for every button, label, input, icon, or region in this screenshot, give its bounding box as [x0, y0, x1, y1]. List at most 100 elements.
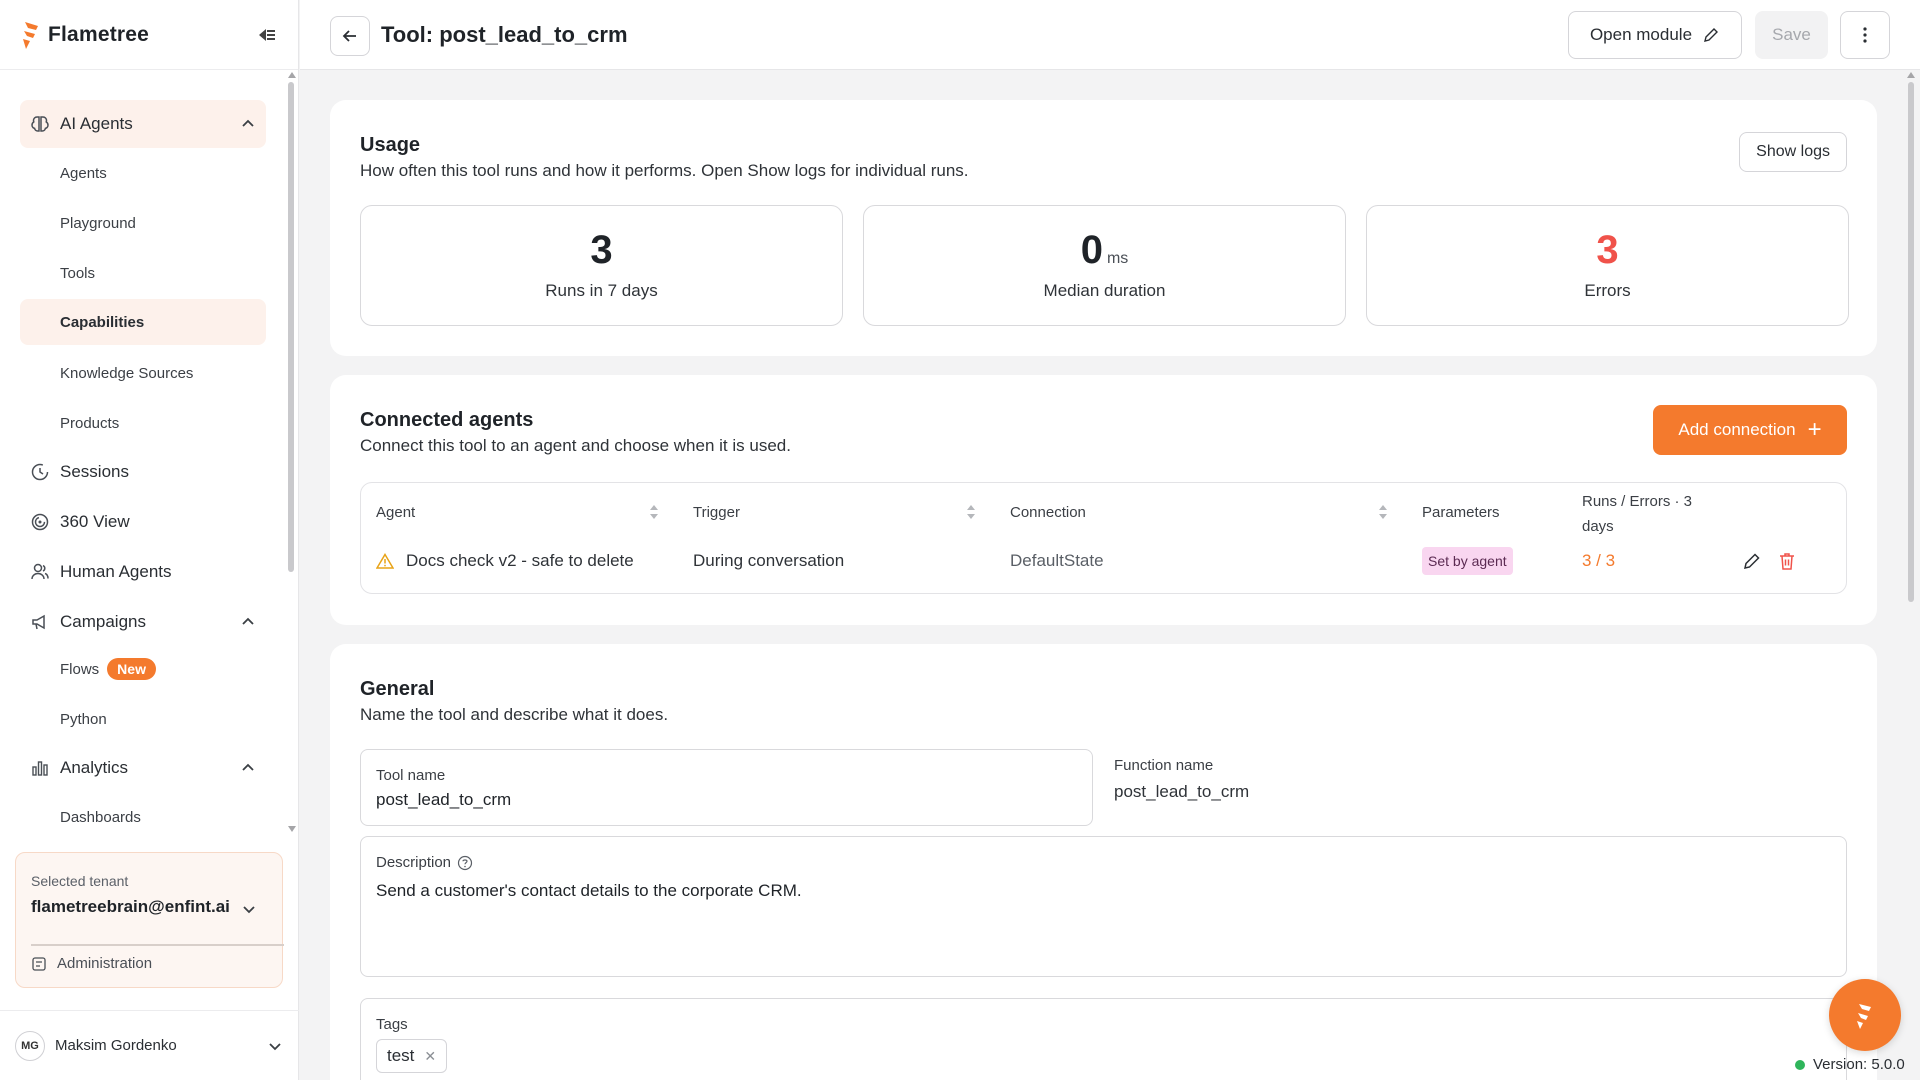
- connections-table: Agent Trigger Connection Parameters Runs…: [360, 482, 1847, 594]
- brain-icon: [30, 114, 50, 134]
- flametree-logo-icon[interactable]: [20, 20, 42, 50]
- users-icon: [30, 562, 50, 582]
- connected-agents-description: Connect this tool to an agent and choose…: [360, 436, 791, 455]
- stat-unit: ms: [1106, 250, 1129, 267]
- brand-name: Flametree: [48, 22, 150, 46]
- function-name-label: Function name: [1114, 757, 1214, 774]
- tags-label: Tags: [376, 1016, 408, 1033]
- parameters-pill: Set by agent: [1422, 547, 1513, 575]
- connected-agents-title: Connected agents: [360, 409, 534, 431]
- main-nav: AI Agents Agents Playground Tools Capabi…: [0, 72, 290, 832]
- save-button[interactable]: Save: [1755, 11, 1828, 59]
- sidebar-item-campaigns[interactable]: Campaigns: [20, 598, 266, 646]
- pencil-icon: [1704, 28, 1719, 42]
- description-textarea[interactable]: Send a customer's contact details to the…: [376, 881, 802, 901]
- megaphone-icon: [30, 612, 50, 632]
- agent-name: Docs check v2 - safe to delete: [406, 551, 634, 570]
- sidebar-item-knowledge-sources[interactable]: Knowledge Sources: [20, 350, 266, 396]
- collapse-sidebar-icon[interactable]: [256, 24, 278, 46]
- chevron-up-icon[interactable]: [240, 614, 256, 630]
- stat-median-duration: 0 ms Median duration: [863, 205, 1346, 326]
- scroll-up-arrow-icon[interactable]: [288, 72, 296, 78]
- open-module-button[interactable]: Open module: [1568, 11, 1742, 59]
- sidebar-item-label: Human Agents: [60, 562, 172, 581]
- description-field[interactable]: Description Send a customer's contact de…: [360, 836, 1847, 977]
- help-circle-icon[interactable]: [457, 855, 473, 871]
- chevron-up-icon[interactable]: [240, 116, 256, 132]
- flametree-chat-icon: [1857, 1004, 1871, 1029]
- sidebar-item-flows[interactable]: Flows New: [20, 646, 266, 692]
- function-name-value: post_lead_to_crm: [1114, 782, 1250, 801]
- table-row-agent[interactable]: Docs check v2 - safe to delete: [376, 551, 634, 571]
- bar-chart-icon: [30, 758, 50, 778]
- general-card: General Name the tool and describe what …: [330, 644, 1877, 1080]
- chevron-down-icon[interactable]: [241, 901, 257, 917]
- user-menu[interactable]: MG Maksim Gordenko: [0, 1010, 299, 1080]
- sidebar-item-capabilities[interactable]: Capabilities: [20, 299, 266, 345]
- sidebar-item-tools[interactable]: Tools: [20, 250, 266, 296]
- sidebar-item-dashboards[interactable]: Dashboards: [20, 794, 266, 832]
- page-title: Tool: post_lead_to_crm: [381, 22, 628, 47]
- general-description: Name the tool and describe what it does.: [360, 705, 669, 724]
- connected-agents-card: Connected agents Connect this tool to an…: [330, 375, 1877, 625]
- back-button[interactable]: [330, 16, 370, 56]
- usage-description: How often this tool runs and how it perf…: [360, 161, 969, 180]
- close-icon[interactable]: ✕: [424, 1048, 436, 1065]
- sidebar-item-360-view[interactable]: 360 View: [20, 498, 266, 546]
- sidebar-item-products[interactable]: Products: [20, 400, 266, 446]
- sort-icon[interactable]: [966, 503, 976, 521]
- main-scrollbar[interactable]: [1907, 72, 1915, 1080]
- plus-icon: +: [1807, 416, 1822, 443]
- sort-icon[interactable]: [1378, 503, 1388, 521]
- sidebar-item-agents[interactable]: Agents: [20, 150, 266, 196]
- sidebar-item-sessions[interactable]: Sessions: [20, 448, 266, 496]
- tags-field[interactable]: Tags test ✕: [360, 998, 1847, 1080]
- runs-errors-value[interactable]: 3 / 3: [1582, 551, 1615, 571]
- chevron-up-icon[interactable]: [240, 760, 256, 776]
- column-header-agent[interactable]: Agent: [376, 501, 415, 523]
- column-header-connection[interactable]: Connection: [1010, 501, 1086, 523]
- sidebar-item-analytics[interactable]: Analytics: [20, 744, 266, 792]
- tag-chip: test ✕: [376, 1039, 448, 1073]
- sidebar-item-playground[interactable]: Playground: [20, 200, 266, 246]
- tenant-selector: Selected tenant flametreebrain@enfint.ai…: [15, 852, 284, 988]
- assistant-chat-button[interactable]: [1829, 979, 1901, 1051]
- tenant-divider: [31, 944, 284, 946]
- sidebar-scrollbar[interactable]: [288, 72, 296, 832]
- stat-value: 3: [590, 228, 613, 272]
- trash-icon[interactable]: [1778, 551, 1796, 571]
- sidebar-item-label: Flows: [60, 660, 100, 678]
- sidebar-item-ai-agents[interactable]: AI Agents: [20, 100, 266, 148]
- page-header: Tool: post_lead_to_crm Open module Save: [300, 0, 1920, 70]
- parameters-cell: Set by agent: [1422, 547, 1513, 575]
- administration-link[interactable]: Administration: [31, 955, 152, 972]
- warning-icon: [376, 553, 394, 569]
- sidebar-item-label: 360 View: [60, 512, 130, 531]
- stat-label: Median duration: [1043, 281, 1166, 300]
- chevron-down-icon[interactable]: [266, 1037, 284, 1055]
- tenant-dropdown[interactable]: flametreebrain@enfint.ai: [31, 897, 230, 917]
- tenant-label: Selected tenant: [31, 873, 129, 889]
- main-scroll-thumb[interactable]: [1908, 82, 1914, 602]
- edit-pencil-icon[interactable]: [1742, 551, 1762, 571]
- scroll-up-arrow-icon[interactable]: [1907, 72, 1915, 78]
- tool-name-input[interactable]: post_lead_to_crm: [376, 790, 511, 810]
- open-module-label: Open module: [1589, 25, 1693, 44]
- more-options-button[interactable]: [1840, 11, 1890, 59]
- usage-card: Usage How often this tool runs and how i…: [330, 100, 1877, 356]
- tool-name-field[interactable]: Tool name post_lead_to_crm: [360, 749, 1093, 826]
- connection-value: DefaultState: [1010, 551, 1104, 570]
- add-connection-button[interactable]: Add connection +: [1653, 405, 1847, 455]
- spiral-icon: [30, 512, 50, 532]
- tool-name-label: Tool name: [376, 767, 446, 784]
- sidebar-scroll-thumb[interactable]: [288, 82, 294, 572]
- sidebar-item-python[interactable]: Python: [20, 696, 266, 742]
- show-logs-button[interactable]: Show logs: [1739, 132, 1847, 172]
- column-header-trigger[interactable]: Trigger: [693, 501, 740, 523]
- sort-icon[interactable]: [649, 503, 659, 521]
- scroll-down-arrow-icon[interactable]: [288, 826, 296, 832]
- usage-title: Usage: [360, 134, 421, 156]
- sidebar-item-human-agents[interactable]: Human Agents: [20, 548, 266, 596]
- general-title: General: [360, 678, 435, 700]
- user-name: Maksim Gordenko: [55, 1037, 177, 1054]
